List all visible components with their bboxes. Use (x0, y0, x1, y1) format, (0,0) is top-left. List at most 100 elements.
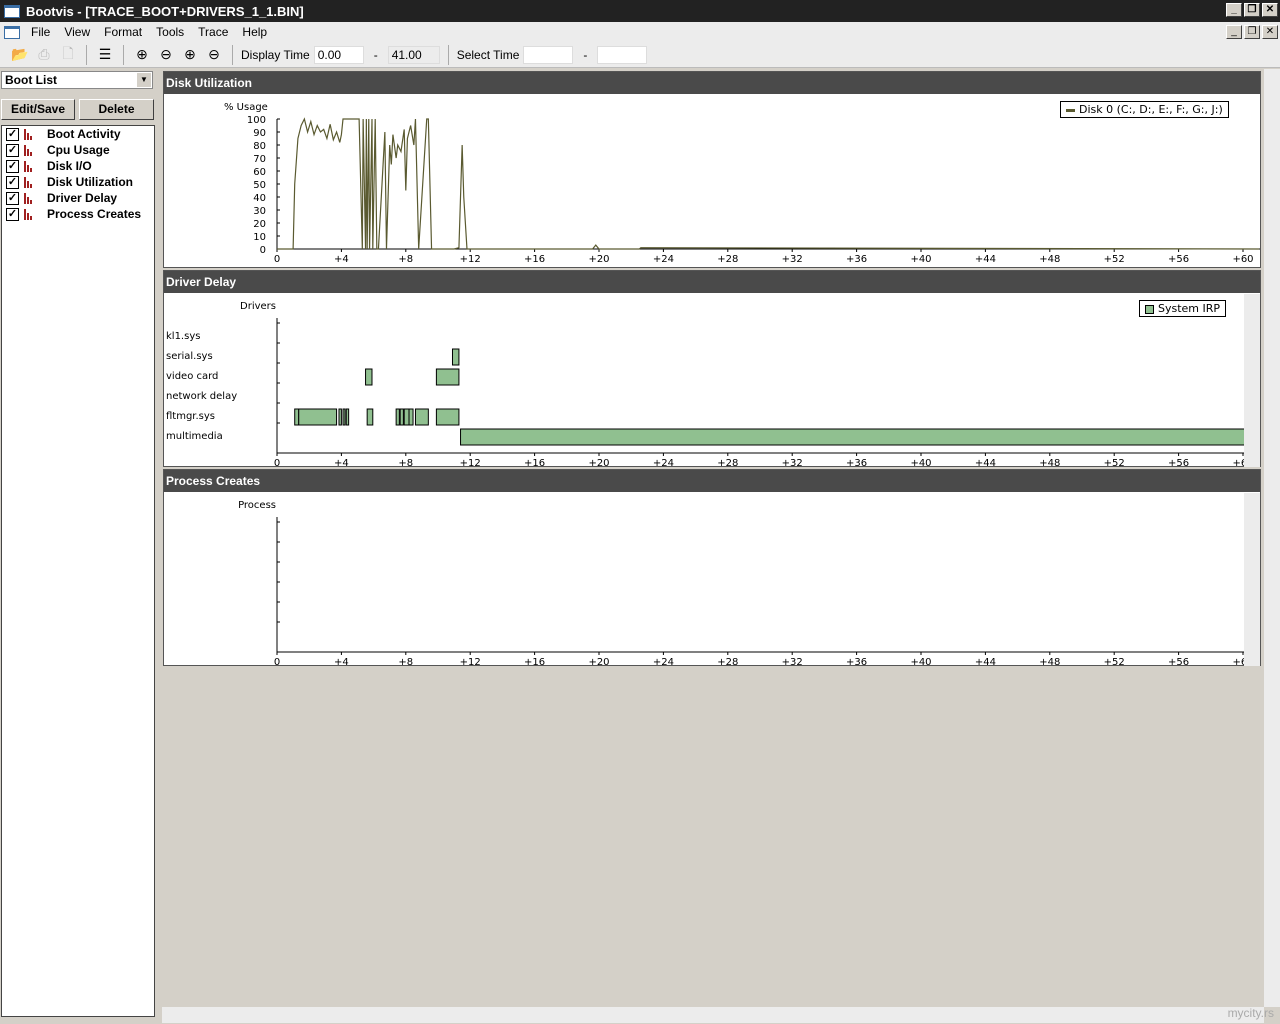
checkbox[interactable]: ✓ (6, 175, 19, 189)
chart-list-item-label: Boot Activity (47, 127, 121, 141)
row-label: multimedia (166, 431, 223, 442)
y-tick-label: 50 (253, 180, 266, 191)
checkbox[interactable]: ✓ (6, 159, 19, 173)
select-time-end[interactable] (597, 45, 648, 64)
driver-delay-bar (294, 408, 300, 426)
x-tick-label: +12 (460, 458, 481, 466)
mdi-close-button[interactable]: ✕ (1262, 25, 1278, 39)
close-button[interactable]: ✕ (1262, 3, 1278, 17)
x-tick-label: +32 (782, 254, 803, 265)
disk-utilization-panel: Disk Utilization 0 +4 +8 +12 +16 +20 +24 +28 +32… (163, 71, 1261, 268)
x-tick-label: 0 (274, 254, 280, 265)
select-time-label: Select Time (456, 47, 520, 62)
window-title: Bootvis - [TRACE_BOOT+DRIVERS_1_1.BIN] (26, 3, 304, 19)
mdi-minimize-button[interactable]: _ (1226, 25, 1242, 39)
chart-list-item[interactable]: ✓ Process Creates (2, 206, 154, 222)
chart-list: ✓ Boot Activity ✓ Cpu Usage ✓ Disk I/O ✓ Disk U… (1, 125, 155, 1017)
select-time-start[interactable] (523, 45, 574, 64)
x-tick-label: +28 (717, 254, 738, 265)
x-tick-label: +20 (588, 657, 609, 665)
menu-view[interactable]: View (57, 25, 97, 39)
driver-delay-bar (338, 408, 342, 426)
bar-chart-icon (24, 176, 38, 188)
chart-list-item[interactable]: ✓ Boot Activity (2, 126, 154, 142)
zoom-out-time-icon[interactable]: ⊖ (204, 45, 224, 65)
chart-list-item[interactable]: ✓ Driver Delay (2, 190, 154, 206)
x-tick-label: +16 (524, 254, 545, 265)
disk-utilization-chart[interactable]: 0 +4 +8 +12 +16 +20 +24 +28 +32 +36 +40 +44 +48 +52 +5… (164, 94, 1260, 267)
bar-chart-icon (24, 144, 38, 156)
chart-list-item-label: Disk I/O (47, 159, 92, 173)
list-icon[interactable]: ☰ (95, 45, 115, 65)
x-tick-label: 0 (274, 458, 280, 466)
x-tick-label: +32 (782, 657, 803, 665)
x-tick-label: +16 (524, 657, 545, 665)
driver-delay-scrollbar[interactable] (1244, 294, 1260, 467)
edit-save-button[interactable]: Edit/Save (1, 99, 75, 120)
menu-file[interactable]: File (24, 25, 57, 39)
driver-delay-bar (365, 368, 373, 386)
restore-button[interactable]: ❐ (1244, 3, 1260, 17)
open-icon[interactable]: 📂 (10, 45, 30, 65)
bar-chart-icon (24, 160, 38, 172)
zoom-in-icon[interactable]: ⊕ (132, 45, 152, 65)
x-tick-label: +36 (846, 657, 867, 665)
x-tick-label: +4 (334, 657, 349, 665)
print-icon[interactable]: ⎙ (34, 45, 54, 65)
y-axis-label: Drivers (240, 301, 276, 312)
checkbox[interactable]: ✓ (6, 191, 19, 205)
minimize-button[interactable]: _ (1226, 3, 1242, 17)
x-tick-label: +24 (653, 657, 674, 665)
x-tick-label: 0 (274, 657, 280, 665)
chart-list-item[interactable]: ✓ Disk Utilization (2, 174, 154, 190)
legend-label: System IRP (1158, 302, 1221, 315)
x-tick-label: +20 (588, 458, 609, 466)
chart-list-item[interactable]: ✓ Cpu Usage (2, 142, 154, 158)
checkbox[interactable]: ✓ (6, 207, 19, 221)
menu-format[interactable]: Format (97, 25, 149, 39)
row-label: serial.sys (166, 351, 213, 362)
menu-tools[interactable]: Tools (149, 25, 191, 39)
x-tick-label: +56 (1168, 458, 1189, 466)
driver-delay-bar (403, 408, 410, 426)
title-bar: Bootvis - [TRACE_BOOT+DRIVERS_1_1.BIN] _… (0, 0, 1280, 22)
display-time-start[interactable]: 0.00 (313, 45, 364, 64)
bar-chart-icon (24, 192, 38, 204)
y-tick-label: 90 (253, 128, 266, 139)
y-tick-label: 0 (260, 245, 266, 256)
mdi-restore-button[interactable]: ❐ (1244, 25, 1260, 39)
checkbox[interactable]: ✓ (6, 143, 19, 157)
main-horizontal-scrollbar[interactable] (162, 1007, 1264, 1023)
y-tick-label: 70 (253, 154, 266, 165)
print-preview-icon[interactable]: 🗋 (58, 45, 78, 65)
menu-help[interactable]: Help (235, 25, 274, 39)
y-tick-label: 10 (253, 232, 266, 243)
document-icon[interactable] (4, 25, 20, 39)
driver-delay-bar (399, 408, 404, 426)
zoom-out-icon[interactable]: ⊖ (156, 45, 176, 65)
boot-list-select[interactable]: Boot List ▼ (1, 71, 153, 89)
disk-usage-line (277, 117, 1260, 250)
delete-button[interactable]: Delete (79, 99, 154, 120)
bar-chart-icon (24, 208, 38, 220)
panel-title: Process Creates (164, 470, 1260, 492)
x-tick-label: +48 (1039, 657, 1060, 665)
chevron-down-icon[interactable]: ▼ (137, 73, 151, 87)
x-tick-label: +60 (1232, 657, 1244, 665)
menu-trace[interactable]: Trace (191, 25, 235, 39)
driver-delay-chart[interactable]: 0 +4 +8 +12 +16 +20 +24 +28 +32 +36 +40 +44 +48 +52 +5… (164, 293, 1260, 469)
y-tick-label: 60 (253, 167, 266, 178)
row-label: fltmgr.sys (166, 411, 215, 422)
chart-list-item[interactable]: ✓ Disk I/O (2, 158, 154, 174)
dash: - (583, 47, 588, 62)
zoom-in-time-icon[interactable]: ⊕ (180, 45, 200, 65)
x-tick-label: +40 (910, 657, 931, 665)
row-label: kl1.sys (166, 331, 200, 342)
checkbox[interactable]: ✓ (6, 127, 19, 141)
x-tick-label: +8 (398, 458, 413, 466)
x-tick-label: +28 (717, 657, 738, 665)
main-vertical-scrollbar[interactable] (1264, 69, 1280, 1007)
process-creates-scrollbar[interactable] (1244, 493, 1260, 666)
process-creates-chart[interactable]: 0 +4 +8 +12 +16 +20 +24 +28 +32 +36 +40 +44 +48 +52 +5… (164, 492, 1260, 668)
x-tick-label: +8 (398, 254, 413, 265)
